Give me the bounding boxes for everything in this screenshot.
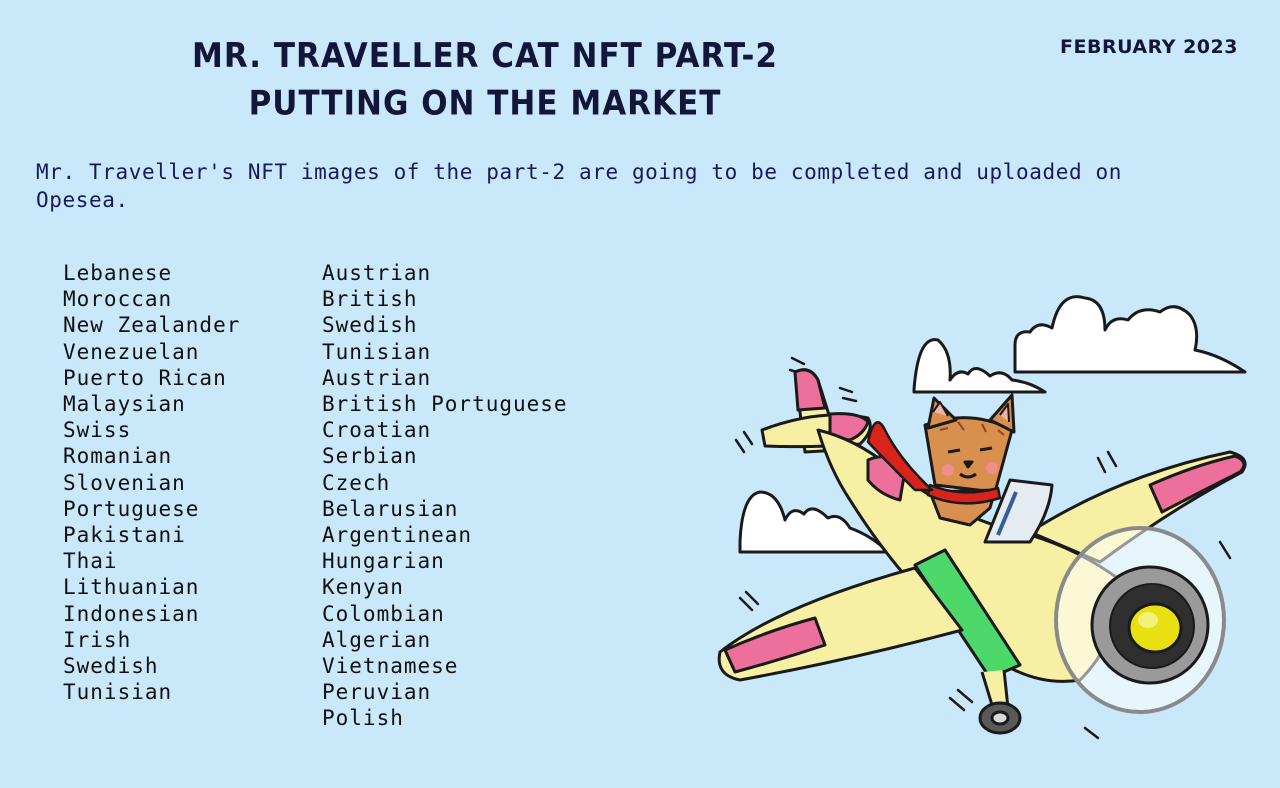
list-item: Tunisian	[63, 680, 173, 705]
list-item: Puerto Rican	[63, 365, 227, 390]
list-item: Algerian	[322, 627, 432, 652]
list-item: Croatian	[322, 418, 432, 443]
list-item: Polish	[322, 706, 404, 731]
list-item: Irish	[63, 627, 132, 652]
list-item: Austrian	[322, 261, 432, 285]
list-item: Serbian	[322, 444, 418, 469]
list-item: Slovenian	[63, 470, 186, 495]
list-item: New Zealander	[63, 313, 241, 338]
nationality-list-column-2: Austrian British Swedish Tunisian Austrian Br…	[322, 260, 568, 732]
list-item: British	[322, 287, 418, 312]
airplane-wing-left	[717, 566, 964, 682]
list-item: Peruvian	[322, 680, 432, 705]
list-item: Swedish	[63, 654, 159, 679]
list-item: Malaysian	[63, 392, 186, 417]
list-item: Venezuelan	[63, 339, 200, 364]
list-item: Argentinean	[322, 523, 473, 548]
propeller	[1054, 526, 1226, 714]
list-item: Portuguese	[63, 496, 200, 521]
cloud-icon	[1013, 295, 1247, 374]
list-item: Belarusian	[322, 496, 459, 521]
list-item: Swiss	[63, 418, 132, 443]
intro-text: Mr. Traveller's NFT images of the part-2…	[36, 160, 1122, 212]
title-line-1: MR. TRAVELLER CAT NFT PART-2	[192, 36, 778, 76]
list-item: Colombian	[322, 601, 445, 626]
list-item: Lithuanian	[63, 575, 200, 600]
list-item: Swedish	[322, 313, 418, 338]
list-item: Hungarian	[322, 549, 445, 574]
list-item: Vietnamese	[322, 654, 459, 679]
title-line-2: PUTTING ON THE MARKET	[248, 84, 722, 124]
list-item: British Portuguese	[322, 392, 568, 417]
page-title: MR. TRAVELLER CAT NFT PART-2 PUTTING ON …	[160, 32, 810, 127]
list-item: Czech	[322, 470, 391, 495]
list-item: Romanian	[63, 444, 173, 469]
cat-pilot-airplane-illustration	[717, 295, 1247, 740]
list-item: Pakistani	[63, 523, 186, 548]
date-label: FEBRUARY 2023	[1060, 36, 1238, 58]
airplane-tail	[760, 368, 872, 454]
list-item: Tunisian	[322, 339, 432, 364]
list-item: Thai	[63, 549, 118, 574]
list-item: Moroccan	[63, 287, 173, 312]
list-item: Austrian	[322, 365, 432, 390]
list-item: Lebanese	[63, 261, 173, 285]
list-item: Indonesian	[63, 601, 200, 626]
list-item: Kenyan	[322, 575, 404, 600]
nationality-list-column-1: Lebanese Moroccan New Zealander Venezuelan P…	[63, 260, 240, 705]
